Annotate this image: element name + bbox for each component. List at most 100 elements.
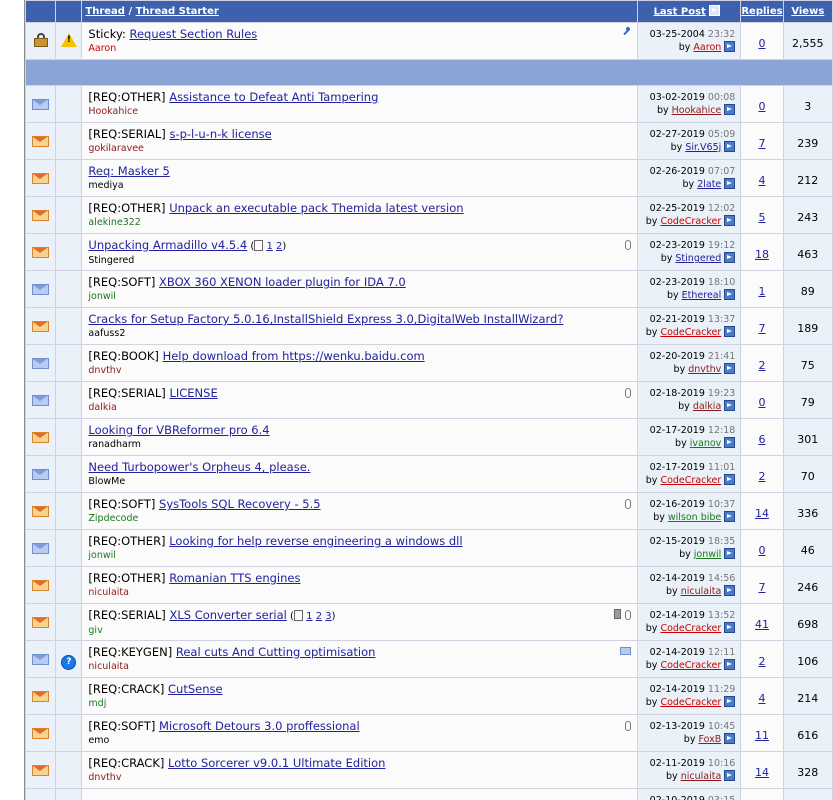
thread-title-link[interactable]: Microsoft Detours 3.0 proffessional [159, 719, 360, 733]
thread-title-link[interactable]: SysTools SQL Recovery - 5.5 [159, 497, 321, 511]
thread-title-link[interactable]: Looking for help reverse engineering a w… [169, 534, 462, 548]
thread-starter[interactable]: niculaita [88, 586, 636, 599]
lastpost-user-link[interactable]: ivanov [690, 438, 722, 449]
lastpost-user-link[interactable]: wilson bibe [668, 512, 721, 523]
thread-title-link[interactable]: XLS Converter serial [169, 608, 286, 622]
go-to-last-post-icon[interactable] [724, 215, 736, 226]
sort-replies-link[interactable]: Replies [741, 6, 782, 17]
go-to-last-post-icon[interactable] [724, 696, 736, 707]
sort-views-link[interactable]: Views [791, 6, 824, 17]
thread-title-link[interactable]: LICENSE [169, 386, 217, 400]
thread-starter[interactable]: Zipdecode [88, 512, 636, 525]
thread-title-link[interactable]: CutSense [168, 682, 223, 696]
page-link[interactable]: 1 [266, 241, 272, 252]
lastpost-user-link[interactable]: CodeCracker [660, 475, 721, 486]
lastpost-user-link[interactable]: FoxB [698, 734, 721, 745]
go-to-last-post-icon[interactable] [724, 548, 736, 559]
lastpost-user-link[interactable]: dnvthv [688, 364, 721, 375]
go-to-last-post-icon[interactable] [724, 622, 736, 633]
thread-title-link[interactable]: Req: Masker 5 [88, 164, 169, 178]
go-to-last-post-icon[interactable] [724, 474, 736, 485]
sticky-title-link[interactable]: Request Section Rules [129, 27, 257, 41]
go-to-last-post-icon[interactable] [724, 326, 736, 337]
lastpost-user-link[interactable]: Hookahice [672, 105, 722, 116]
thread-starter[interactable]: mdj [88, 697, 636, 710]
replies-link[interactable]: 14 [755, 766, 769, 779]
lastpost-user-link[interactable]: dalkia [693, 401, 721, 412]
replies-link[interactable]: 2 [758, 470, 765, 483]
go-to-last-post-icon[interactable] [724, 104, 736, 115]
thread-title-link[interactable]: Unpacking Armadillo v4.5.4 [88, 238, 247, 252]
lastpost-user-link[interactable]: CodeCracker [660, 216, 721, 227]
page-link[interactable]: 3 [325, 611, 331, 622]
replies-link[interactable]: 7 [758, 137, 765, 150]
thread-title-link[interactable]: Unpack an executable pack Themida latest… [169, 201, 463, 215]
replies-link[interactable]: 4 [758, 692, 765, 705]
thread-title-link[interactable]: XBOX 360 XENON loader plugin for IDA 7.0 [159, 275, 406, 289]
page-link[interactable]: 2 [276, 241, 282, 252]
replies-link[interactable]: 0 [758, 396, 765, 409]
replies-link[interactable]: 0 [758, 37, 765, 50]
thread-starter[interactable]: Hookahice [88, 105, 636, 118]
page-link[interactable]: 2 [316, 611, 322, 622]
replies-link[interactable]: 11 [755, 729, 769, 742]
thread-starter[interactable]: alekine322 [88, 216, 636, 229]
lastpost-user-link[interactable]: jonwil [694, 549, 722, 560]
sticky-author[interactable]: Aaron [88, 42, 636, 55]
go-to-last-post-icon[interactable] [724, 141, 736, 152]
thread-starter[interactable]: Stingered [88, 254, 636, 267]
thread-title-link[interactable]: Assistance to Defeat Anti Tampering [169, 90, 378, 104]
go-to-last-post-icon[interactable] [724, 41, 736, 52]
lastpost-user-link[interactable]: Sir.V65j [685, 142, 721, 153]
lastpost-user-link[interactable]: CodeCracker [660, 660, 721, 671]
replies-link[interactable]: 5 [758, 211, 765, 224]
replies-link[interactable]: 18 [755, 248, 769, 261]
page-link[interactable]: 1 [306, 611, 312, 622]
thread-starter[interactable]: gokilaravee [88, 142, 636, 155]
thread-starter[interactable]: mediya [88, 179, 636, 192]
go-to-last-post-icon[interactable] [724, 437, 736, 448]
go-to-last-post-icon[interactable] [724, 770, 736, 781]
lastpost-user-link[interactable]: CodeCracker [660, 623, 721, 634]
replies-link[interactable]: 41 [755, 618, 769, 631]
go-to-last-post-icon[interactable] [724, 289, 736, 300]
lastpost-user-link[interactable]: CodeCracker [660, 697, 721, 708]
thread-title-link[interactable]: s-p-l-u-n-k license [169, 127, 271, 141]
replies-link[interactable]: 7 [758, 581, 765, 594]
replies-link[interactable]: 7 [758, 322, 765, 335]
lastpost-user-link[interactable]: 2late [697, 179, 721, 190]
thread-title-link[interactable]: Romanian TTS engines [169, 571, 300, 585]
go-to-last-post-icon[interactable] [724, 252, 736, 263]
lastpost-user-link[interactable]: niculaita [681, 586, 722, 597]
replies-link[interactable]: 14 [755, 507, 769, 520]
thread-starter[interactable]: jonwil [88, 290, 636, 303]
thread-title-link[interactable]: Looking for VBReformer pro 6.4 [88, 423, 269, 437]
thread-starter[interactable]: dalkia [88, 401, 636, 414]
thread-title-link[interactable]: Need Turbopower's Orpheus 4, please. [88, 460, 310, 474]
replies-link[interactable]: 4 [758, 174, 765, 187]
lastpost-user-link[interactable]: CodeCracker [660, 327, 721, 338]
thread-starter[interactable]: dnvthv [88, 364, 636, 377]
thread-title-link[interactable]: Lotto Sorcerer v9.0.1 Ultimate Edition [168, 756, 385, 770]
thread-starter[interactable]: ranadharm [88, 438, 636, 451]
sort-starter-link[interactable]: Thread Starter [136, 6, 219, 17]
go-to-last-post-icon[interactable] [724, 659, 736, 670]
go-to-last-post-icon[interactable] [724, 585, 736, 596]
go-to-last-post-icon[interactable] [724, 733, 736, 744]
thread-starter[interactable]: jonwil [88, 549, 636, 562]
thread-starter[interactable]: giv [88, 624, 636, 637]
sort-lastpost-link[interactable]: Last Post [654, 6, 706, 17]
thread-starter[interactable]: emo [88, 734, 636, 747]
replies-link[interactable]: 0 [758, 100, 765, 113]
replies-link[interactable]: 2 [758, 359, 765, 372]
thread-starter[interactable]: dnvthv [88, 771, 636, 784]
go-to-last-post-icon[interactable] [724, 178, 736, 189]
replies-link[interactable]: 0 [758, 544, 765, 557]
go-to-last-post-icon[interactable] [724, 400, 736, 411]
thread-title-link[interactable]: Real cuts And Cutting optimisation [176, 645, 376, 659]
thread-title-link[interactable]: Help download from https://wenku.baidu.c… [163, 349, 425, 363]
replies-link[interactable]: 2 [758, 655, 765, 668]
lastpost-user-link[interactable]: Stingered [675, 253, 721, 264]
sort-thread-link[interactable]: Thread [85, 6, 125, 17]
thread-starter[interactable]: BlowMe [88, 475, 636, 488]
